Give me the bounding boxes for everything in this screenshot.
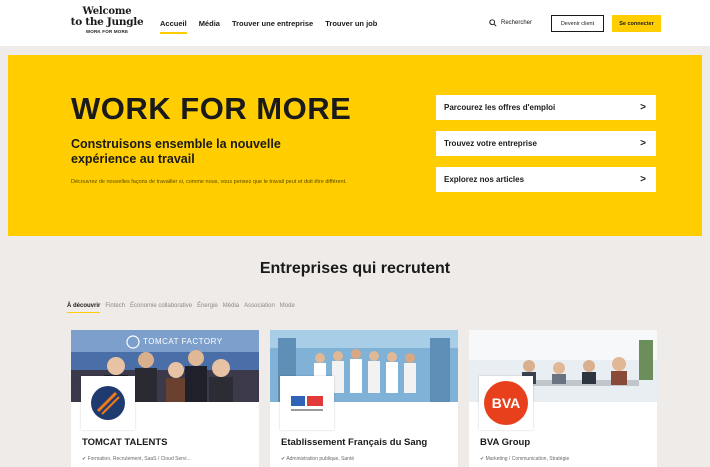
company-logo-bva: BVA — [479, 376, 533, 430]
company-tags: ✔ Administration publique, Santé — [281, 456, 354, 462]
hero-banner: WORK FOR MORE Construisons ensemble la n… — [8, 55, 702, 236]
company-card-bva[interactable]: BVA BVA Group ✔ Marketing / Communicatio… — [469, 330, 657, 467]
company-logo-efs — [280, 376, 334, 430]
cta-job-offers[interactable]: Parcourez les offres d'emploi > — [436, 95, 656, 120]
search-button[interactable]: Rechercher — [489, 19, 532, 27]
chevron-right-icon: > — [640, 138, 646, 149]
hero-description: Découvrez de nouvelles façons de travail… — [71, 179, 347, 185]
cta-label: Trouvez votre entreprise — [444, 139, 537, 148]
company-tags-text: Formation, Recrutement, SaaS / Cloud Ser… — [87, 456, 191, 462]
search-icon — [489, 19, 497, 27]
hero-title: WORK FOR MORE — [71, 91, 352, 126]
tab-media[interactable]: Média — [223, 303, 239, 309]
chevron-right-icon: > — [640, 102, 646, 113]
company-tags: ✔ Formation, Recrutement, SaaS / Cloud S… — [82, 456, 191, 462]
companies-section-title: Entreprises qui recrutent — [259, 260, 451, 277]
nav-item-accueil[interactable]: Accueil — [160, 19, 187, 34]
company-name: Etablissement Français du Sang — [281, 437, 428, 448]
tab-energie[interactable]: Énergie — [197, 303, 218, 309]
company-logo-tomcat — [81, 376, 135, 430]
cta-articles[interactable]: Explorez nos articles > — [436, 167, 656, 192]
become-client-button[interactable]: Devenir client — [551, 15, 604, 32]
tab-association[interactable]: Association — [244, 303, 275, 309]
company-card-efs[interactable]: Etablissement Français du Sang ✔ Adminis… — [270, 330, 458, 467]
logo-line2: to the Jungle — [70, 16, 144, 28]
search-label: Rechercher — [501, 20, 533, 26]
hero-subtitle: Construisons ensemble la nouvelle expéri… — [71, 137, 281, 166]
logo-tagline: WORK FOR MORE — [85, 28, 129, 34]
company-card-tomcat[interactable]: TOMCAT FACTORY TOMCAT TALENTS ✔ Formatio… — [71, 330, 259, 467]
cta-label: Explorez nos articles — [444, 175, 525, 184]
tab-a-decouvrir[interactable]: À découvrir — [67, 303, 101, 313]
chevron-right-icon: > — [640, 174, 646, 185]
top-header: Welcome to the Jungle WORK FOR MORE Accu… — [0, 0, 710, 46]
tab-economie-collaborative[interactable]: Économie collaborative — [130, 303, 192, 309]
cta-label: Parcourez les offres d'emploi — [444, 103, 556, 112]
cta-find-company[interactable]: Trouvez votre entreprise > — [436, 131, 656, 156]
company-tags-text: Marketing / Communication, Stratégie — [485, 456, 570, 462]
tab-fintech[interactable]: Fintech — [105, 303, 125, 309]
nav-item-trouver-entreprise[interactable]: Trouver une entreprise — [232, 19, 313, 28]
main-nav: Accueil Média Trouver une entreprise Tro… — [160, 19, 377, 34]
bva-logo-text: BVA — [491, 395, 521, 411]
cover-banner-text: TOMCAT FACTORY — [143, 337, 223, 346]
nav-item-trouver-job[interactable]: Trouver un job — [325, 19, 377, 28]
company-name: TOMCAT TALENTS — [82, 437, 168, 448]
site-logo[interactable]: Welcome to the Jungle WORK FOR MORE — [67, 7, 147, 34]
company-tags-text: Administration publique, Santé — [286, 456, 355, 462]
login-button[interactable]: Se connecter — [612, 15, 661, 32]
sector-tabs: À découvrir Fintech Économie collaborati… — [67, 303, 295, 313]
tab-mode[interactable]: Mode — [280, 303, 295, 309]
company-name: BVA Group — [480, 437, 531, 448]
company-tags: ✔ Marketing / Communication, Stratégie — [480, 456, 569, 462]
nav-item-media[interactable]: Média — [199, 19, 220, 28]
